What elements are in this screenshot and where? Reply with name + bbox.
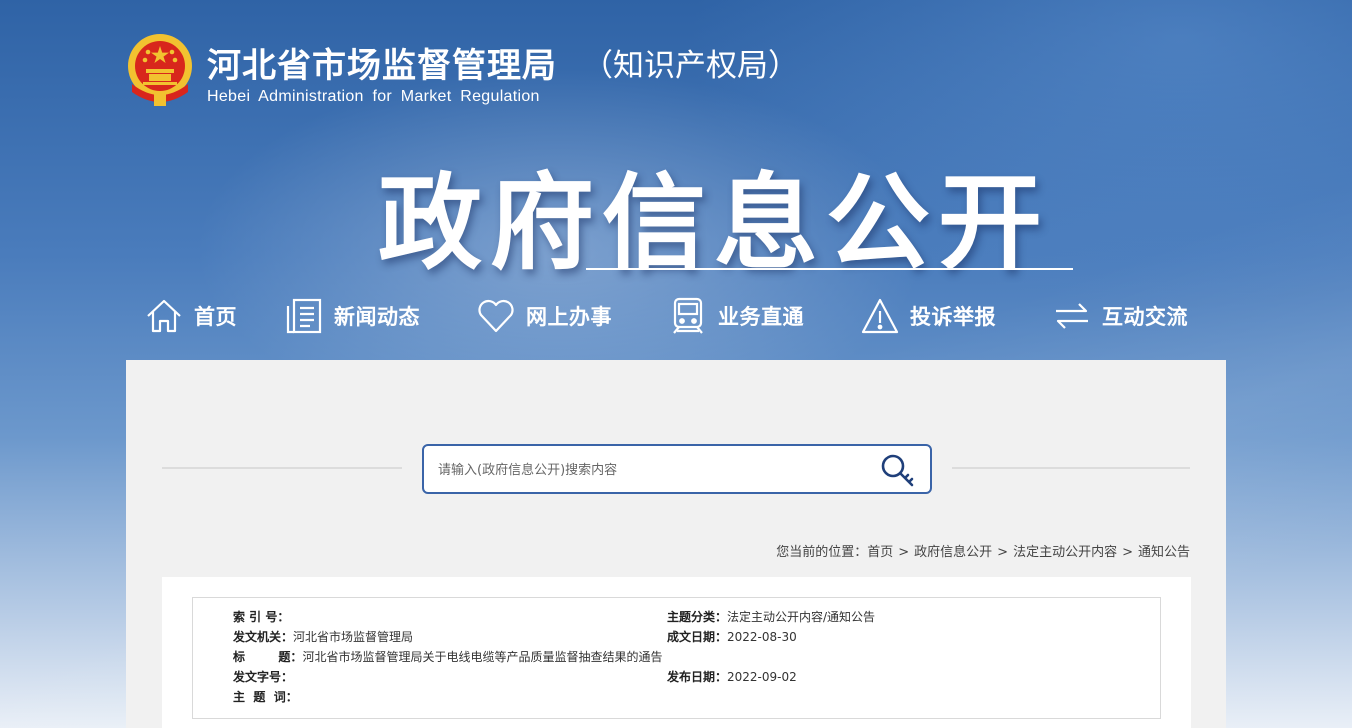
site-subtitle: Hebei Administration for Market Regulati… xyxy=(207,88,540,105)
breadcrumb-separator: > xyxy=(997,545,1009,560)
info-value: 2022-08-30 xyxy=(727,630,797,644)
info-value: 河北省市场监督管理局 xyxy=(293,630,414,644)
breadcrumb-item-statutory[interactable]: 法定主动公开内容 xyxy=(1013,545,1117,560)
breadcrumb-separator: > xyxy=(898,545,910,560)
search-box xyxy=(422,444,932,494)
info-label: 索 引 号： xyxy=(233,610,290,624)
heart-icon xyxy=(478,299,514,333)
info-label: 发布日期： xyxy=(667,670,728,684)
breadcrumb-item-gov-info[interactable]: 政府信息公开 xyxy=(914,545,992,560)
search-divider-right xyxy=(952,467,1190,469)
info-value: 法定主动公开内容/通知公告 xyxy=(727,610,876,624)
info-index-number: 索 引 号： xyxy=(233,608,289,626)
site-title: 河北省市场监督管理局 xyxy=(207,46,557,86)
info-label: 发文字号： xyxy=(233,670,294,684)
search-input[interactable] xyxy=(438,458,858,482)
search-key-icon[interactable] xyxy=(878,451,918,489)
nav-item-news[interactable]: 新闻动态 xyxy=(284,290,420,342)
exchange-arrows-icon xyxy=(1056,303,1088,329)
nav-item-business[interactable]: 业务直通 xyxy=(668,290,804,342)
nav-item-home[interactable]: 首页 xyxy=(144,290,237,342)
breadcrumb-item-home[interactable]: 首页 xyxy=(867,545,893,560)
info-document-number: 发文字号： xyxy=(233,668,293,686)
nav-item-label: 互动交流 xyxy=(1102,305,1188,329)
train-icon xyxy=(673,297,703,334)
info-label: 主 题 词： xyxy=(233,690,298,704)
breadcrumb-separator: > xyxy=(1122,545,1133,560)
nav-item-label: 投诉举报 xyxy=(910,305,996,329)
info-label: 发文机关： xyxy=(233,630,294,644)
nav-item-label: 业务直通 xyxy=(718,305,804,329)
document-info-table: 索 引 号： 主题分类：法定主动公开内容/通知公告 发文机关：河北省市场监督管理… xyxy=(192,597,1161,719)
breadcrumb-prefix: 您当前的位置： xyxy=(776,545,868,560)
info-created-date: 成文日期：2022-08-30 xyxy=(667,628,797,646)
breadcrumb: 您当前的位置：首页 > 政府信息公开 > 法定主动公开内容 > 通知公告 xyxy=(776,541,1190,560)
info-title: 标 题：河北省市场监督管理局关于电线电缆等产品质量监督抽查结果的通告 xyxy=(233,648,662,666)
search-divider-left xyxy=(162,467,402,469)
info-value: 河北省市场监督管理局关于电线电缆等产品质量监督抽查结果的通告 xyxy=(302,650,663,664)
nav-item-label: 网上办事 xyxy=(526,305,612,329)
info-label: 主题分类： xyxy=(667,610,728,624)
nav-item-online-service[interactable]: 网上办事 xyxy=(476,290,612,342)
nav-item-label: 首页 xyxy=(194,305,237,329)
document-list-icon xyxy=(286,298,322,334)
info-category: 主题分类：法定主动公开内容/通知公告 xyxy=(667,608,875,626)
hero-title: 政府信息公开 xyxy=(378,162,1051,284)
info-issuer: 发文机关：河北省市场监督管理局 xyxy=(233,628,413,646)
info-label: 标 题： xyxy=(233,650,303,664)
info-keywords: 主 题 词： xyxy=(233,688,298,706)
home-icon xyxy=(147,299,181,333)
warning-icon xyxy=(861,298,899,334)
info-published-date: 发布日期：2022-09-02 xyxy=(667,668,797,686)
site-title-suffix: （知识产权局） xyxy=(582,48,799,84)
hero-divider xyxy=(586,268,1073,270)
document-info-wrapper: 索 引 号： 主题分类：法定主动公开内容/通知公告 发文机关：河北省市场监督管理… xyxy=(162,577,1191,728)
main-nav: 首页 新闻动态 网上办事 业务直通 投诉举报 互动交流 xyxy=(140,290,1220,342)
info-value: 2022-09-02 xyxy=(727,670,797,684)
nav-item-interaction[interactable]: 互动交流 xyxy=(1052,290,1188,342)
nav-item-complaint[interactable]: 投诉举报 xyxy=(860,290,996,342)
national-emblem-icon xyxy=(128,34,192,106)
nav-item-label: 新闻动态 xyxy=(334,305,420,329)
info-label: 成文日期： xyxy=(667,630,728,644)
content-panel: 您当前的位置：首页 > 政府信息公开 > 法定主动公开内容 > 通知公告 索 引 号： 主题… xyxy=(126,360,1226,728)
breadcrumb-item-notices[interactable]: 通知公告 xyxy=(1138,545,1190,560)
